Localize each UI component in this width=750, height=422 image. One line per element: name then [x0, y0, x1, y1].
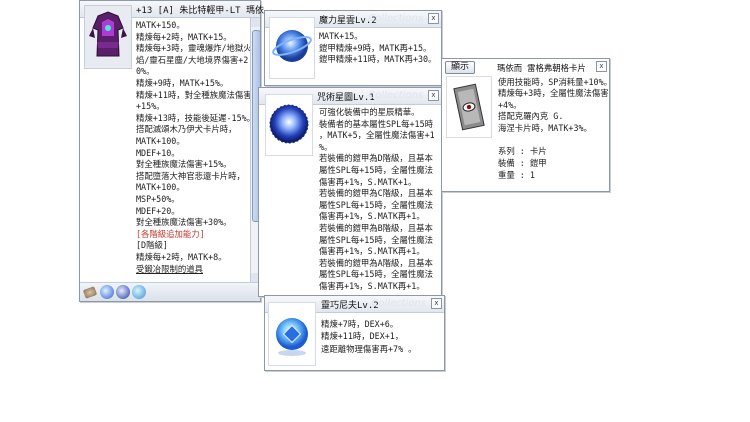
curse-star-line: 屬性SPL每+15時，全屬性魔法 [319, 199, 434, 210]
equip-line: 精煉+13時，技能後延遲-15%。 [136, 112, 256, 123]
curse-star-window: 咒術星圖Lv.1 Collections x 可強化裝備中的星辰精華。 裝備者的… [258, 87, 442, 297]
dex-star-line: 精煉+11時，DEX+1， [321, 331, 404, 342]
equip-description: MATK+150。 精煉每+2時，MATK+15。 精煉每+3時，靈魂爆炸/地獄… [136, 20, 252, 78]
dex-star-description: 精煉+7時，DEX+6。 精煉+11時，DEX+1， 遠距離物理傷害再+7% 。 [321, 318, 417, 355]
dex-star-window: 靈巧尼夫Lv.2 Collections x 精煉+7時，DEX+6。 精煉+1… [264, 295, 445, 371]
show-button[interactable]: 顯示 [445, 61, 475, 74]
equip-line: MSP+50%。 [136, 193, 180, 204]
equip-window: +13 [A] 朱比特輕甲-LT 瑪依... MATK+150。 精煉每+2時，… [79, 0, 280, 302]
enchant-slot-bar [80, 282, 260, 301]
magic-star-line: MATK+15。 [319, 31, 363, 41]
curse-star-line: 屬性SPL每+15時，全屬性魔法 [319, 164, 434, 175]
curse-star-line: 若裝備的鎧甲為B階級，且基本 [319, 222, 433, 233]
magic-star-line: 鎧甲精煉+11時，MATK再+30。 [319, 54, 437, 65]
card-window: 顯示 瑪依而 雷格弗朝格卡片 使用技能時，SP消耗量+10%。 精煉每+3時，全… [441, 58, 612, 192]
equip-line: 搭配滅頌木乃伊犬卡片時， [136, 124, 237, 135]
card-prop-row: 系列 : 卡片 [498, 146, 547, 156]
magic-star-slot-icon[interactable] [100, 285, 114, 299]
equip-line-restriction: 受鍛冶限制的道具 [136, 263, 203, 274]
equip-line: +15%。 [136, 101, 165, 112]
equip-line: 0%。 [136, 66, 155, 77]
dex-star-line: 遠距離物理傷害再+7% 。 [321, 343, 417, 354]
card-slot-icon[interactable] [82, 286, 98, 299]
curse-star-icon [265, 94, 313, 156]
magic-star-icon [269, 17, 315, 79]
close-icon[interactable]: x [596, 61, 607, 72]
equip-line: [D階級] [136, 240, 168, 251]
equip-line: MATK+150。 [136, 20, 185, 30]
prop-label: 裝備 [498, 158, 515, 168]
curse-star-line: 裝備者的基本屬性SPL每+15時 [319, 118, 434, 129]
card-prop-row: 重量 : 1 [498, 170, 535, 180]
watermark: Collections [368, 13, 423, 24]
prop-label: 系列 [498, 146, 515, 156]
watermark: Collections [371, 298, 426, 309]
equip-line: MDEF+10。 [136, 147, 180, 158]
magic-star-description: MATK+15。 鎧甲精煉+9時，MATK再+15。 鎧甲精煉+11時，MATK… [319, 31, 436, 66]
prop-value: 卡片 [529, 146, 547, 156]
curse-star-line: 屬性SPL每+15時，全屬性魔法 [319, 269, 434, 280]
curse-star-line: 屬性SPL每+15時，全屬性魔法 [319, 234, 434, 245]
equip-description-lower: 精煉+9時，MATK+15%。 精煉+11時，對全種族魔法傷害 +15%。 精煉… [136, 78, 255, 275]
curse-star-line: 傷害再+1%，S.MATK再+1。 [319, 246, 425, 257]
card-line: 精煉每+3時，全屬性魔法傷害 [498, 88, 609, 99]
equip-line: 焰/靈石星塵/大地境界傷害+2 [136, 54, 249, 65]
card-line: 使用技能時，SP消耗量+10%。 [498, 77, 613, 87]
curse-star-description: 可強化裝備中的星辰精華。 裝備者的基本屬性SPL每+15時 ，MATK+5，全屬… [319, 107, 435, 293]
close-icon[interactable]: x [431, 298, 442, 309]
equip-line-grade-header: [各階級追加能力] [136, 228, 205, 239]
card-properties: 系列 : 卡片 裝備 : 鎧甲 重量 : 1 [498, 145, 547, 181]
close-icon[interactable]: x [428, 90, 439, 101]
curse-star-line: 傷害再+1%，S.MATK再+1。 [319, 280, 425, 291]
magic-star-line: 鎧甲精煉+9時，MATK再+15。 [319, 42, 432, 53]
card-line: 海涅卡片時，MATK+3%。 [498, 122, 592, 133]
prop-value: 1 [529, 170, 535, 180]
equip-line: 精煉每+3時，靈魂爆炸/地獄火 [136, 43, 252, 54]
equip-line: 精煉每+2時，MATK+15。 [136, 31, 232, 42]
dex-star-slot-icon[interactable] [132, 285, 146, 299]
equip-line: 對全種族魔法傷害+15%。 [136, 159, 232, 170]
magic-star-window: 魔力星雲Lv.2 Collections x MATK+15。 鎧甲精煉+9時，… [264, 10, 442, 86]
equip-title: +13 [A] 朱比特輕甲-LT 瑪依... [136, 6, 281, 16]
dex-star-line: 精煉+7時，DEX+6。 [321, 319, 399, 329]
curse-star-line: ，MATK+5，全屬性魔法傷害+1 [319, 130, 435, 141]
card-prop-row: 裝備 : 鎧甲 [498, 158, 547, 168]
prop-value: 鎧甲 [529, 158, 547, 168]
curse-star-line: 若裝備的鎧甲為A階級，且基本 [319, 257, 433, 268]
scroll-up-button[interactable] [251, 18, 260, 27]
dex-star-icon [268, 302, 316, 366]
close-icon[interactable]: x [428, 13, 439, 24]
curse-star-line: 若裝備的鎧甲為D階級，且基本 [319, 153, 433, 164]
curse-star-title: 咒術星圖Lv.1 [317, 93, 375, 103]
equip-line: MDEF+20。 [136, 205, 180, 216]
curse-star-slot-icon[interactable] [116, 285, 130, 299]
card-title: 瑪依而 雷格弗朝格卡片 [497, 63, 586, 73]
card-eye-icon [446, 76, 492, 138]
card-line: 搭配克羅內克 G. [498, 111, 564, 122]
equip-line: 精煉+9時，MATK+15%。 [136, 78, 229, 88]
curse-star-line: 可強化裝備中的星辰精華。 [319, 107, 420, 117]
equip-line: MATK+100。 [136, 135, 185, 146]
card-description: 使用技能時，SP消耗量+10%。 精煉每+3時，全屬性魔法傷害 +4%。 搭配克… [498, 77, 612, 134]
curse-star-line: 傷害再+1%，S.MATK再+1。 [319, 211, 425, 222]
watermark: Collections [368, 90, 423, 101]
equip-line: 精煉+11時，對全種族魔法傷害 [136, 89, 252, 100]
equip-line: MATK+100。 [136, 182, 185, 193]
curse-star-line: 傷害再+1%，S.MATK+1。 [319, 176, 417, 187]
equip-line: 搭配墮落大神官悲還卡片時， [136, 170, 245, 181]
card-line: +4%。 [498, 99, 522, 110]
equip-line: 對全種族魔法傷害+30%。 [136, 217, 232, 228]
dex-star-title: 靈巧尼夫Lv.2 [321, 301, 379, 311]
curse-star-line: %。 [319, 141, 333, 152]
prop-label: 重量 [498, 170, 515, 180]
equip-line: 精煉每+2時，MATK+8。 [136, 251, 227, 262]
curse-star-line: 若裝備的鎧甲為C階級，且基本 [319, 188, 433, 199]
armor-icon [84, 5, 132, 69]
